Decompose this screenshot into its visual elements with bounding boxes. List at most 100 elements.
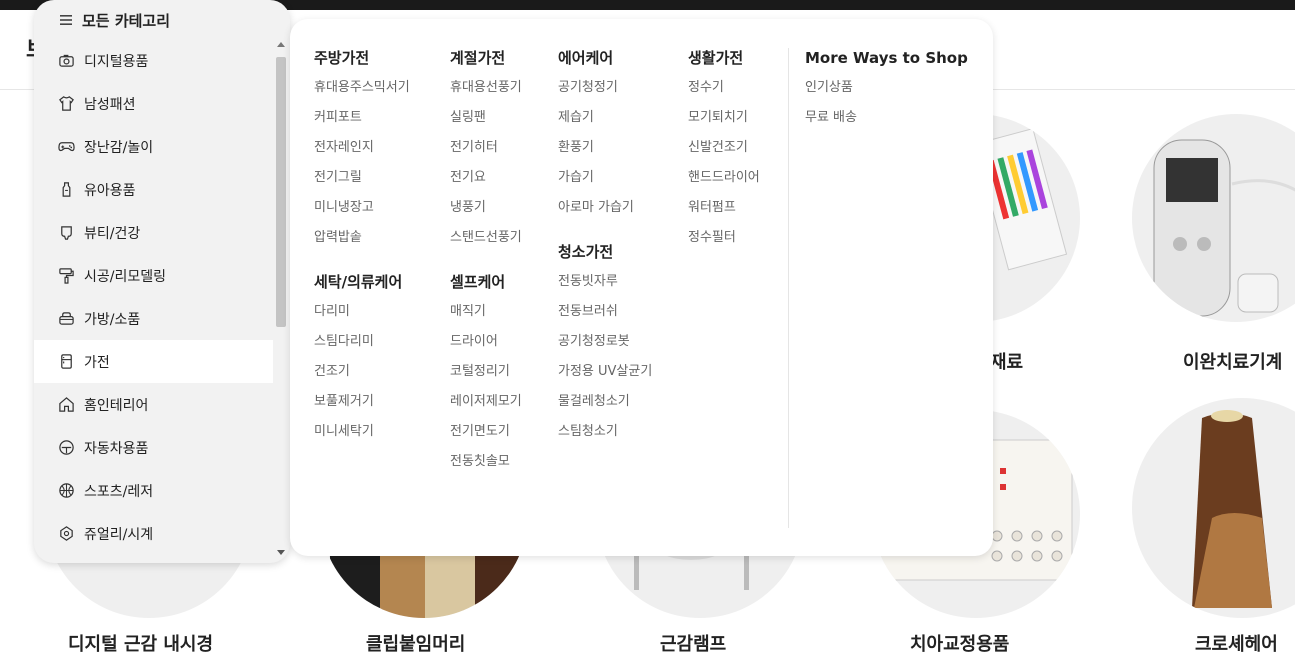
subcategory-link[interactable]: 정수필터 — [688, 228, 760, 258]
category-item-toys[interactable]: 장난감/놀이 — [34, 125, 273, 168]
product-label-lamp[interactable]: 근감램프 — [660, 630, 726, 656]
group-kitchen: 주방가전 휴대용주스믹서기 커피포트 전자레인지 전기그릴 미니냉장고 압력밥솥 — [314, 46, 410, 258]
group-title-kitchen[interactable]: 주방가전 — [314, 46, 410, 70]
subcategory-link[interactable]: 다리미 — [314, 302, 402, 332]
subcategory-link[interactable]: 정수기 — [688, 78, 760, 108]
scroll-up-arrow-icon[interactable] — [277, 42, 285, 47]
subcategory-link[interactable]: 전동브러쉬 — [558, 302, 652, 332]
subcategory-link[interactable]: 스팀다리미 — [314, 332, 402, 362]
subcategory-link[interactable]: 미니세탁기 — [314, 422, 402, 452]
subcategory-link[interactable]: 핸드드라이어 — [688, 168, 760, 198]
subcategory-link[interactable]: 휴대용선풍기 — [450, 78, 522, 108]
group-title-cleaning[interactable]: 청소가전 — [558, 240, 652, 264]
subcategory-link[interactable]: 전기요 — [450, 168, 522, 198]
category-panel-title: 모든 카테고리 — [82, 11, 171, 30]
subcategory-link[interactable]: 휴대용주스믹서기 — [314, 78, 410, 108]
category-item-sports[interactable]: 스포츠/레저 — [34, 469, 273, 512]
subcategory-link[interactable]: 모기퇴치기 — [688, 108, 760, 138]
group-title-selfcare[interactable]: 셀프케어 — [450, 270, 522, 294]
tens-device-image — [1153, 139, 1295, 317]
subcategory-link[interactable]: 전자레인지 — [314, 138, 410, 168]
group-selfcare: 셀프케어 매직기 드라이어 코털정리기 레이저제모기 전기면도기 전동칫솔모 — [450, 270, 522, 482]
subcategory-link[interactable]: 보풀제거기 — [314, 392, 402, 422]
category-item-baby[interactable]: 유아용품 — [34, 168, 273, 211]
subcategory-link[interactable]: 실링팬 — [450, 108, 522, 138]
product-label-materials[interactable]: 재료 — [990, 348, 1023, 374]
subcategory-link[interactable]: 공기청정기 — [558, 78, 634, 108]
subcategory-link[interactable]: 전동빗자루 — [558, 272, 652, 302]
beauty-icon — [61, 226, 72, 240]
group-cleaning: 청소가전 전동빗자루 전동브러쉬 공기청정로봇 가정용 UV살균기 물걸레청소기… — [558, 240, 652, 452]
bag-icon — [59, 312, 74, 325]
category-list: 디지털용품 남성패션 장난감/놀이 유아용품 뷰티/건강 시공/리모델링 가방/… — [34, 39, 273, 555]
subcategory-link[interactable]: 신발건조기 — [688, 138, 760, 168]
scrollbar-thumb[interactable] — [276, 57, 286, 327]
subcategory-link[interactable]: 스팀청소기 — [558, 422, 652, 452]
category-panel: 모든 카테고리 디지털용품 남성패션 장난감/놀이 유아용품 뷰티/건강 시공/… — [34, 0, 290, 563]
category-item-home-interior[interactable]: 홈인테리어 — [34, 383, 273, 426]
camera-icon — [59, 54, 74, 67]
subcategory-link[interactable]: 가정용 UV살균기 — [558, 362, 652, 392]
category-item-digital[interactable]: 디지털용품 — [34, 39, 273, 82]
group-title-aircare[interactable]: 에어케어 — [558, 46, 634, 70]
category-item-car[interactable]: 자동차용품 — [34, 426, 273, 469]
subcategory-link[interactable]: 커피포트 — [314, 108, 410, 138]
category-item-label: 쥬얼리/시계 — [84, 526, 154, 543]
group-title-seasonal[interactable]: 계절가전 — [450, 46, 522, 70]
subcategory-link[interactable]: 환풍기 — [558, 138, 634, 168]
subcategory-link[interactable]: 코털정리기 — [450, 362, 522, 392]
subcategory-link[interactable]: 물걸레청소기 — [558, 392, 652, 422]
subcategory-link[interactable]: 전동칫솔모 — [450, 452, 522, 482]
subcategory-link[interactable]: 냉풍기 — [450, 198, 522, 228]
subcategory-link[interactable]: 전기히터 — [450, 138, 522, 168]
subcategory-link[interactable]: 매직기 — [450, 302, 522, 332]
category-item-jewelry[interactable]: 쥬얼리/시계 — [34, 512, 273, 555]
subcategory-link[interactable]: 레이저제모기 — [450, 392, 522, 422]
group-title-more-ways[interactable]: More Ways to Shop — [805, 46, 968, 70]
category-scrollbar[interactable] — [274, 40, 288, 560]
group-seasonal: 계절가전 휴대용선풍기 실링팬 전기히터 전기요 냉풍기 스탠드선풍기 — [450, 46, 522, 258]
subcategory-link[interactable]: 미니냉장고 — [314, 198, 410, 228]
category-item-label: 스포츠/레저 — [84, 483, 154, 500]
appliance-icon — [61, 354, 72, 369]
baby-bottle-icon — [62, 182, 71, 197]
subcategory-link[interactable]: 건조기 — [314, 362, 402, 392]
subcategory-link[interactable]: 가습기 — [558, 168, 634, 198]
subcategory-link[interactable]: 전기그릴 — [314, 168, 410, 198]
subcategory-link[interactable]: 아로마 가습기 — [558, 198, 634, 228]
basketball-icon — [59, 483, 74, 498]
category-item-label: 뷰티/건강 — [84, 225, 141, 242]
category-item-remodeling[interactable]: 시공/리모델링 — [34, 254, 273, 297]
product-label-hair[interactable]: 클립붙임머리 — [366, 630, 465, 656]
scroll-down-arrow-icon[interactable] — [277, 550, 285, 555]
product-label-crochet[interactable]: 크로셰헤어 — [1195, 630, 1278, 656]
subcategory-link[interactable]: 워터펌프 — [688, 198, 760, 228]
product-label-endoscope[interactable]: 디지털 근감 내시경 — [68, 630, 213, 656]
category-item-beauty[interactable]: 뷰티/건강 — [34, 211, 273, 254]
subcategory-link[interactable]: 전기면도기 — [450, 422, 522, 452]
group-title-laundry[interactable]: 세탁/의류케어 — [314, 270, 402, 294]
crochet-hair-image — [1192, 410, 1272, 608]
category-item-label: 장난감/놀이 — [84, 139, 154, 156]
group-more-ways: More Ways to Shop 인기상품 무료 배송 — [805, 46, 968, 138]
car-icon — [59, 440, 74, 455]
subcategory-link[interactable]: 드라이어 — [450, 332, 522, 362]
subcategory-link[interactable]: 무료 배송 — [805, 108, 968, 138]
category-item-bags[interactable]: 가방/소품 — [34, 297, 273, 340]
subcategory-link[interactable]: 인기상품 — [805, 78, 968, 108]
subcategory-link[interactable]: 제습기 — [558, 108, 634, 138]
category-item-appliances[interactable]: 가전 — [34, 340, 273, 383]
group-aircare: 에어케어 공기청정기 제습기 환풍기 가습기 아로마 가습기 — [558, 46, 634, 228]
group-title-living[interactable]: 생활가전 — [688, 46, 760, 70]
product-circle-crochet[interactable] — [1132, 398, 1295, 618]
category-item-label: 가방/소품 — [84, 311, 141, 328]
subcategory-link[interactable]: 압력밥솥 — [314, 228, 410, 258]
product-label-orthodontic[interactable]: 치아교정용품 — [910, 630, 1009, 656]
subcategory-link[interactable]: 공기청정로봇 — [558, 332, 652, 362]
product-label-tens[interactable]: 이완치료기계 — [1183, 348, 1282, 374]
category-item-men-fashion[interactable]: 남성패션 — [34, 82, 273, 125]
category-panel-header[interactable]: 모든 카테고리 — [58, 8, 170, 32]
mega-menu-divider — [788, 48, 789, 528]
product-circle-tens[interactable] — [1132, 114, 1295, 322]
subcategory-link[interactable]: 스탠드선풍기 — [450, 228, 522, 258]
